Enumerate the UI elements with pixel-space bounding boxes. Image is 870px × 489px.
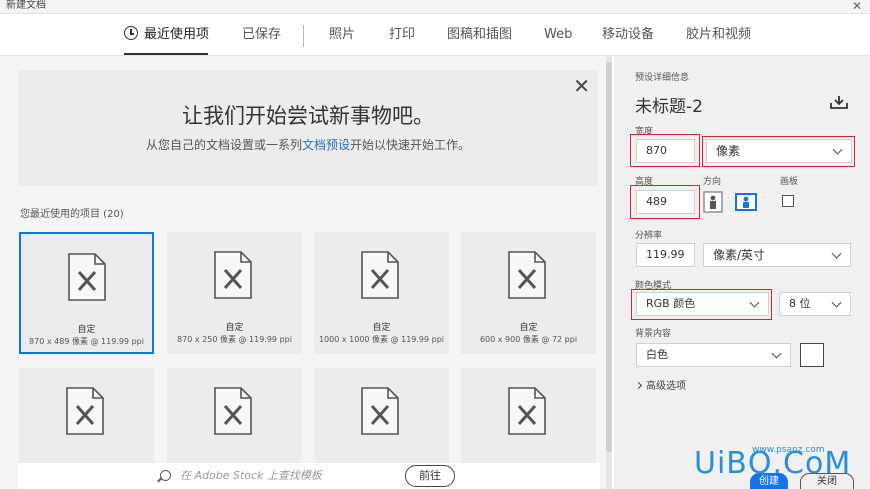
- clock-icon: [124, 26, 138, 40]
- background-color-swatch[interactable]: [800, 343, 824, 367]
- recent-item-card[interactable]: [461, 368, 596, 463]
- tab-photo[interactable]: 照片: [329, 26, 355, 44]
- tab-print[interactable]: 打印: [389, 26, 415, 44]
- recent-item-card[interactable]: 自定 870 x 489 像素 @ 119.99 ppi: [19, 232, 154, 354]
- tab-art-illustration[interactable]: 图稿和插图: [447, 26, 512, 44]
- search-icon: [160, 470, 171, 481]
- recent-item-card[interactable]: [19, 368, 154, 463]
- advanced-options-toggle[interactable]: 高级选项: [634, 377, 686, 392]
- resolution-unit-select[interactable]: 像素/英寸: [703, 243, 851, 267]
- preset-details-label: 预设详细信息: [635, 73, 690, 83]
- artboard-label: 画板: [780, 177, 799, 187]
- recent-item-spec: 870 x 250 像素 @ 119.99 ppi: [177, 335, 292, 344]
- stock-search-bar: 在 Adobe Stock 上查找模板 前往: [18, 463, 600, 489]
- document-icon: [361, 251, 399, 299]
- preset-details-panel: 预设详细信息 未标题-2 宽度 870 像素 高度 方向 画板 489 分辨率 …: [614, 56, 870, 489]
- stock-search-input[interactable]: 在 Adobe Stock 上查找模板: [180, 467, 322, 483]
- background-label: 背景内容: [635, 329, 672, 339]
- tab-mobile[interactable]: 移动设备: [602, 26, 654, 44]
- category-tabs: 最近使用项 已保存 照片 打印 图稿和插图 Web 移动设备 胶片和视频: [0, 14, 870, 56]
- document-icon: [214, 387, 252, 435]
- recent-item-card[interactable]: 自定 600 x 900 像素 @ 72 ppi: [461, 232, 596, 354]
- height-highlight-box: [630, 185, 700, 219]
- window-close-icon[interactable]: ✕: [852, 0, 862, 13]
- document-presets-link[interactable]: 文档预设: [302, 138, 350, 152]
- go-button[interactable]: 前往: [405, 465, 455, 487]
- document-icon: [508, 251, 546, 299]
- welcome-subline: 从您自己的文档设置或一系列文档预设开始以快速开始工作。: [18, 136, 598, 153]
- site-watermark-url: www.psanz.com: [752, 445, 825, 455]
- document-icon: [361, 387, 399, 435]
- landscape-orientation-icon[interactable]: [735, 191, 757, 213]
- tab-recent[interactable]: 最近使用项: [124, 26, 209, 44]
- document-icon: [68, 253, 106, 301]
- welcome-sub-after: 开始以快速开始工作。: [350, 138, 471, 152]
- window-title: 新建文档: [6, 0, 46, 11]
- recent-scrollbar[interactable]: [606, 56, 612, 489]
- recent-item-name: 自定: [519, 323, 538, 333]
- recent-item-card[interactable]: [314, 368, 449, 463]
- recent-item-name: 自定: [225, 323, 244, 333]
- portrait-orientation-icon[interactable]: [702, 191, 724, 213]
- welcome-sub-before: 从您自己的文档设置或一系列: [145, 138, 302, 152]
- document-name-input[interactable]: 未标题-2: [635, 92, 703, 117]
- advanced-options-label: 高级选项: [646, 381, 686, 392]
- title-bar: 新建文档 ✕: [0, 0, 870, 14]
- resolution-input[interactable]: 119.99: [636, 243, 695, 267]
- color-mode-highlight-box: [631, 289, 772, 320]
- tab-web[interactable]: Web: [544, 26, 572, 44]
- resolution-label: 分辨率: [635, 231, 663, 241]
- recent-items-label: 您最近使用的项目 (20): [20, 209, 124, 220]
- recent-item-card[interactable]: 自定 870 x 250 像素 @ 119.99 ppi: [167, 232, 302, 354]
- tab-film-video[interactable]: 胶片和视频: [686, 26, 751, 44]
- recent-item-name: 自定: [77, 325, 96, 335]
- welcome-banner: 让我们开始尝试新事物吧。 从您自己的文档设置或一系列文档预设开始以快速开始工作。…: [18, 70, 598, 186]
- recent-item-name: 自定: [372, 323, 391, 333]
- document-icon: [66, 387, 104, 435]
- document-icon: [508, 387, 546, 435]
- recent-panel: 让我们开始尝试新事物吧。 从您自己的文档设置或一系列文档预设开始以快速开始工作。…: [0, 56, 612, 489]
- active-tab-indicator: [124, 53, 208, 55]
- dismiss-banner-icon[interactable]: ✕: [573, 76, 590, 96]
- recent-item-spec: 600 x 900 像素 @ 72 ppi: [479, 335, 578, 344]
- recent-item-spec: 870 x 489 像素 @ 119.99 ppi: [29, 337, 144, 346]
- save-preset-icon[interactable]: [830, 95, 848, 109]
- tab-recent-label: 最近使用项: [144, 27, 210, 42]
- chevron-right-icon: [634, 381, 643, 390]
- scrollbar-thumb[interactable]: [606, 62, 612, 452]
- recent-item-card[interactable]: [167, 368, 302, 463]
- tab-divider: [303, 25, 304, 47]
- recent-item-card[interactable]: 自定 1000 x 1000 像素 @ 119.99 ppi: [314, 232, 449, 354]
- welcome-headline: 让我们开始尝试新事物吧。: [182, 104, 434, 128]
- tab-saved[interactable]: 已保存: [242, 26, 281, 44]
- artboard-checkbox[interactable]: [782, 195, 794, 207]
- bit-depth-select[interactable]: 8 位: [779, 292, 851, 316]
- recent-item-spec: 1000 x 1000 像素 @ 119.99 ppi: [318, 335, 445, 344]
- document-icon: [214, 251, 252, 299]
- width-highlight-box: [630, 134, 700, 167]
- width-unit-highlight-box: [702, 136, 855, 167]
- orientation-label: 方向: [703, 177, 722, 187]
- background-select[interactable]: 白色: [636, 343, 791, 367]
